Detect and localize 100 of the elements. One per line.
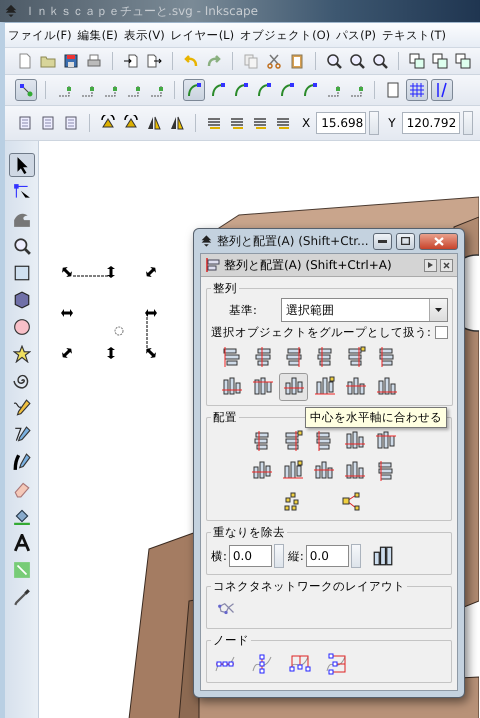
align-panel-icon: [205, 257, 221, 273]
resize-handle[interactable]: [146, 267, 156, 277]
section-title: 重なりを除去: [212, 525, 286, 540]
curve-icon: [210, 82, 226, 98]
inkscape-logo-icon: [200, 234, 213, 248]
align-button[interactable]: [279, 373, 308, 401]
node-align-icon: [324, 653, 348, 675]
dropdown-button[interactable]: [428, 299, 447, 321]
scissors-icon: [266, 53, 282, 69]
checkbox-label: 選択オブジェクトをグループとして扱う:: [211, 325, 431, 340]
magnifier-icon: [12, 237, 30, 255]
connector-icon: [12, 561, 30, 579]
relative-to-select[interactable]: 選択範囲: [281, 298, 448, 322]
minimize-button[interactable]: [372, 232, 392, 250]
menu-item[interactable]: レイヤー(L): [168, 28, 238, 42]
linked-squares-icon: [340, 492, 360, 512]
number-field[interactable]: 0.0: [228, 545, 272, 567]
document-icon: [17, 53, 33, 69]
rotation-center[interactable]: [114, 326, 124, 336]
number-field[interactable]: 0.0: [306, 545, 349, 567]
cube-icon: [12, 291, 30, 309]
flip-icon: [169, 115, 185, 131]
menu-item[interactable]: オブジェクト(O): [237, 28, 334, 42]
menu-item[interactable]: 表示(V): [120, 28, 168, 42]
dialog-title: 整列と配置(A) (Shift+Ctr...: [216, 232, 369, 250]
text-tool-icon: [12, 534, 30, 552]
menu-item[interactable]: ファイル(F): [5, 28, 75, 42]
curve-icon: [302, 82, 318, 98]
panel-menu-button[interactable]: [424, 258, 437, 272]
toggle-button[interactable]: [15, 79, 37, 101]
field-label: 基準:: [229, 302, 258, 318]
toggle-button[interactable]: [431, 79, 453, 101]
panel-close-button[interactable]: [440, 258, 453, 272]
menu-item[interactable]: テキスト(T): [379, 28, 450, 42]
close-icon: [443, 262, 450, 268]
scattered-squares-icon: [282, 492, 300, 512]
play-icon: [428, 262, 433, 268]
resize-handle[interactable]: [61, 309, 73, 317]
magnifier-icon: [372, 53, 388, 69]
section-title: 整列: [212, 281, 238, 296]
spiral-icon: [12, 372, 30, 390]
coordinate-label: X: [302, 116, 310, 130]
eraser-icon: [12, 480, 30, 498]
pencil-icon: [12, 399, 30, 417]
close-icon: [434, 236, 444, 246]
checkbox[interactable]: [434, 326, 448, 339]
section-title: 配置: [212, 410, 238, 425]
menu-item[interactable]: パス(P): [333, 28, 380, 42]
field-label: 横:: [211, 548, 227, 564]
page-select-icon: [40, 115, 56, 131]
curve-icon: [233, 82, 249, 98]
stacked-squares-icon: [409, 53, 425, 69]
maximize-icon: [401, 237, 410, 245]
coordinate-field[interactable]: 120.792: [402, 112, 460, 134]
field-label: 縦:: [288, 548, 304, 564]
circle-icon: [12, 318, 30, 336]
copy-icon: [243, 53, 259, 69]
coordinate-field[interactable]: 15.698: [316, 112, 366, 134]
dropper-icon: [12, 588, 30, 606]
resize-handle[interactable]: [146, 348, 156, 358]
calligraphy-pen-icon: [12, 453, 30, 471]
rectangle-icon: [12, 264, 30, 282]
floppy-icon: [63, 53, 79, 69]
window-title: Ｉｎｋｓｃａｐｅチューと.svg - Inkscape: [24, 2, 258, 20]
stacked-squares-icon: [432, 53, 448, 69]
panel-title: 整列と配置(A) (Shift+Ctrl+A): [224, 256, 393, 274]
section-title: コネクタネットワークのレイアウト: [212, 579, 406, 594]
menu-item[interactable]: 編集(E): [74, 28, 121, 42]
resize-handle[interactable]: [145, 309, 157, 317]
toggle-button[interactable]: [406, 79, 428, 101]
inkscape-logo-icon: [4, 4, 18, 18]
resize-handle[interactable]: [107, 347, 115, 359]
resize-handle[interactable]: [62, 267, 72, 277]
close-button[interactable]: [419, 232, 458, 250]
flip-icon: [146, 115, 162, 131]
magnifier-icon: [326, 53, 342, 69]
clipboard-icon: [289, 53, 305, 69]
page-icon: [385, 82, 401, 98]
import-icon: [123, 53, 139, 69]
resize-handle[interactable]: [62, 348, 72, 358]
page-select-icon: [63, 115, 79, 131]
resize-handle[interactable]: [107, 266, 115, 278]
node-snap-icon: [18, 82, 34, 98]
curve-icon: [279, 82, 295, 98]
node-align-icon: [250, 653, 274, 675]
maximize-button[interactable]: [396, 232, 416, 250]
curve-icon: [186, 82, 202, 98]
toggle-button[interactable]: [183, 79, 205, 101]
export-icon: [146, 53, 162, 69]
caret-icon: [434, 308, 442, 312]
coordinate-label: Y: [388, 116, 396, 130]
pen-icon: [12, 426, 30, 444]
tool-button[interactable]: [8, 153, 34, 177]
magnifier-icon: [349, 53, 365, 69]
curve-icon: [256, 82, 272, 98]
align-icon: [220, 346, 242, 368]
printer-icon: [86, 53, 102, 69]
tooltip: 中心を水平軸に合わせる: [305, 407, 447, 428]
grid-icon: [409, 82, 425, 98]
undo-icon: [183, 53, 199, 69]
